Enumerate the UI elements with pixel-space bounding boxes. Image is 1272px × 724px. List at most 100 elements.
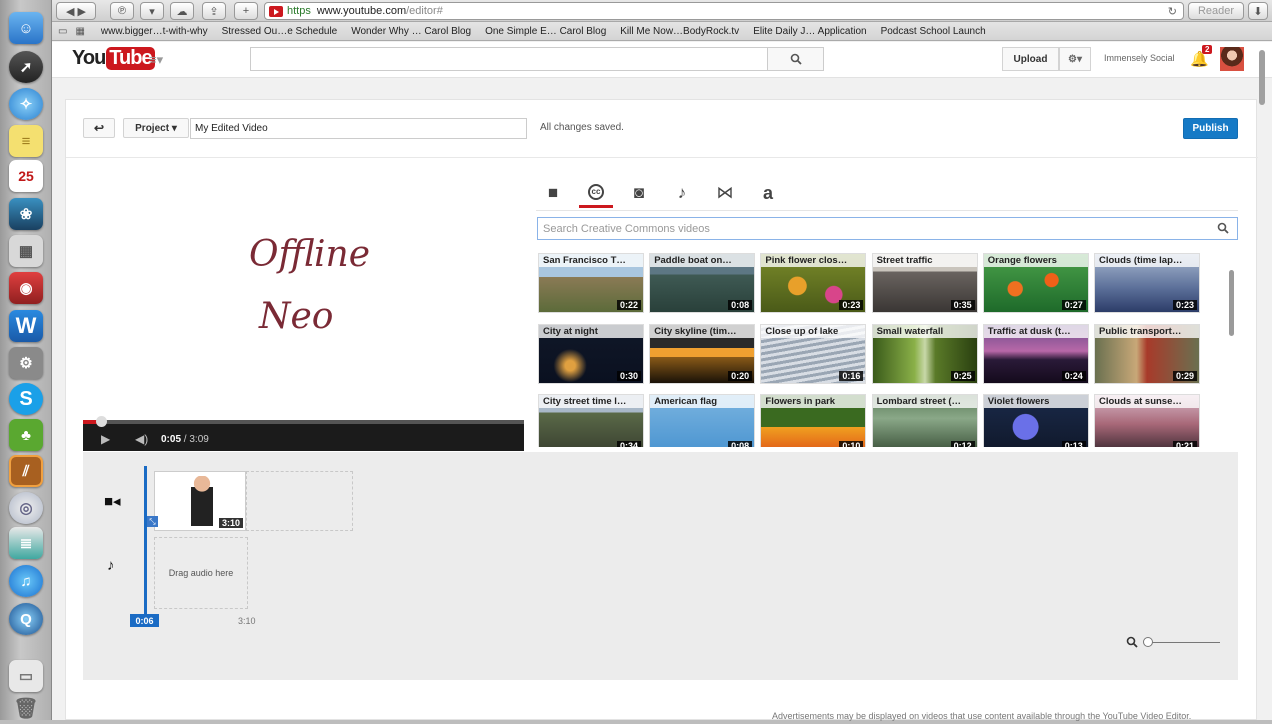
dvd-player-icon[interactable]: ◎: [9, 492, 43, 524]
tab-photos[interactable]: ◙: [622, 178, 656, 208]
launchpad-icon[interactable]: ➚: [9, 51, 43, 83]
youtube-logo[interactable]: You Tube: [72, 47, 155, 70]
clip-trim-handle-icon[interactable]: ⤡: [147, 516, 158, 527]
video-duration: 0:34: [616, 441, 641, 447]
search-input[interactable]: [250, 47, 768, 71]
share-icon[interactable]: ⇪: [202, 2, 226, 20]
search-button[interactable]: [767, 47, 824, 71]
video-thumbnail[interactable]: Orange flowers 0:27: [982, 253, 1089, 313]
quicktime-icon[interactable]: Q: [9, 603, 43, 635]
editor-page: ↩ Project ▾ My Edited Video All changes …: [65, 99, 1258, 720]
bookmark-item[interactable]: www.bigger…t-with-why: [101, 26, 208, 37]
back-forward-buttons[interactable]: ◀ ▶: [56, 2, 96, 20]
reader-button[interactable]: Reader: [1188, 2, 1244, 20]
video-title: Paddle boat on…: [650, 254, 755, 267]
video-thumbnail[interactable]: Small waterfall 0:25: [871, 323, 978, 384]
video-thumbnail[interactable]: City street time l… 0:34: [538, 394, 644, 447]
tab-creative-commons[interactable]: cc: [579, 178, 613, 208]
skype-icon[interactable]: S: [9, 383, 43, 415]
bookmark-item[interactable]: Podcast School Launch: [881, 26, 986, 37]
page-scrollbar[interactable]: [1259, 50, 1265, 105]
top-sites-icon[interactable]: ▦: [75, 26, 84, 37]
finder-icon[interactable]: ☺: [9, 12, 43, 44]
book-icon[interactable]: ▭: [58, 26, 67, 37]
video-duration: 0:23: [1172, 300, 1197, 310]
bookmark-item[interactable]: Elite Daily J… Application: [753, 26, 866, 37]
tab-transitions[interactable]: ⋈: [708, 178, 742, 208]
video-thumbnail[interactable]: Violet flowers 0:13: [982, 394, 1089, 447]
bookmark-extension-icon[interactable]: ▾: [140, 2, 164, 20]
video-title: Violet flowers: [983, 395, 1088, 408]
stickies-icon[interactable]: ≡: [9, 125, 43, 157]
video-title: Small waterfall: [872, 324, 977, 338]
pinterest-extension-icon[interactable]: ℗: [110, 2, 134, 20]
zoom-slider-track[interactable]: [1148, 642, 1220, 643]
video-dropzone[interactable]: [246, 471, 353, 531]
video-title: Street traffic: [872, 254, 977, 267]
wordpress-app-icon[interactable]: W: [9, 310, 43, 342]
final-cut-icon[interactable]: ⫽: [9, 455, 43, 487]
tab-text[interactable]: a: [751, 178, 785, 208]
video-thumbnail[interactable]: American flag 0:08: [649, 394, 756, 447]
tab-my-videos[interactable]: ■: [536, 178, 570, 208]
video-title: Flowers in park: [761, 395, 866, 408]
audio-dropzone[interactable]: Drag audio here: [154, 537, 248, 609]
video-thumbnail[interactable]: City skyline (tim… 0:20: [649, 323, 756, 384]
video-preview[interactable]: Offline Neo: [83, 160, 524, 420]
video-thumbnail[interactable]: Clouds at sunse… 0:21: [1094, 394, 1200, 447]
video-thumbnail[interactable]: Lombard street (… 0:12: [871, 394, 978, 447]
cloud-icon[interactable]: ☁: [170, 2, 194, 20]
project-title-field[interactable]: My Edited Video: [190, 118, 527, 139]
itunes-icon[interactable]: ♫: [9, 565, 43, 597]
timeline-playhead[interactable]: [144, 466, 147, 618]
project-menu-button[interactable]: Project ▾: [123, 118, 189, 138]
upload-button[interactable]: Upload: [1002, 47, 1059, 71]
photo-booth-icon[interactable]: ◉: [9, 272, 43, 304]
video-thumbnail[interactable]: Street traffic 0:35: [871, 253, 978, 313]
bookmark-item[interactable]: One Simple E… Carol Blog: [485, 26, 606, 37]
timeline-clip[interactable]: 3:10: [154, 471, 246, 531]
search-icon[interactable]: [1217, 222, 1229, 234]
creative-commons-search-input[interactable]: Search Creative Commons videos: [537, 217, 1238, 240]
video-thumbnail[interactable]: Flowers in park 0:10: [760, 394, 867, 447]
back-arrow-icon[interactable]: ↩: [83, 118, 115, 138]
calendar-icon[interactable]: 25: [9, 160, 43, 192]
avatar[interactable]: [1220, 47, 1244, 71]
video-title: City street time l…: [539, 395, 643, 408]
library-scrollbar[interactable]: [1229, 270, 1234, 336]
tab-audio[interactable]: ♪: [665, 178, 699, 208]
project-menu-label: Project: [135, 122, 170, 134]
publish-button[interactable]: Publish: [1183, 118, 1238, 139]
video-thumbnail[interactable]: Clouds (time lap… 0:23: [1094, 253, 1200, 313]
iphoto-icon[interactable]: ❀: [9, 198, 43, 230]
new-tab-button[interactable]: +: [234, 2, 258, 20]
calculator-icon[interactable]: ▦: [9, 235, 43, 267]
reload-icon[interactable]: ↻: [1168, 5, 1177, 18]
video-thumbnail[interactable]: Close up of lake 0:16: [760, 323, 867, 384]
bookmark-item[interactable]: Wonder Why … Carol Blog: [351, 26, 471, 37]
bookmark-item[interactable]: Stressed Ou…e Schedule: [222, 26, 338, 37]
video-thumbnail[interactable]: Paddle boat on… 0:08: [649, 253, 756, 313]
trash-icon[interactable]: 🗑: [9, 692, 43, 724]
video-thumbnail[interactable]: City at night 0:30: [538, 323, 644, 384]
bookmark-item[interactable]: Kill Me Now…BodyRock.tv: [620, 26, 739, 37]
downloads-stack-icon[interactable]: ▭: [9, 660, 43, 692]
system-preferences-icon[interactable]: ⚙: [9, 347, 43, 379]
evernote-icon[interactable]: ♣: [9, 419, 43, 451]
progress-bar[interactable]: [83, 420, 524, 424]
video-thumbnail[interactable]: San Francisco T… 0:22: [538, 253, 644, 313]
volume-icon[interactable]: ◀): [135, 432, 148, 446]
progress-scrubber[interactable]: [96, 416, 107, 427]
address-bar[interactable]: https www.youtube.com /editor# ↻: [264, 2, 1184, 20]
safari-icon[interactable]: ✧: [9, 88, 43, 120]
video-thumbnail[interactable]: Pink flower clos… 0:23: [760, 253, 867, 313]
zoom-slider-handle[interactable]: [1143, 637, 1153, 647]
database-icon[interactable]: ≣: [9, 527, 43, 559]
video-thumbnail[interactable]: Public transport… 0:29: [1094, 323, 1200, 384]
play-icon[interactable]: ▶: [101, 432, 110, 446]
video-thumbnail[interactable]: Traffic at dusk (t… 0:24: [982, 323, 1089, 384]
account-name[interactable]: Immensely Social: [1104, 53, 1175, 63]
settings-gear-icon[interactable]: ⚙▾: [1059, 47, 1091, 71]
guide-menu-icon[interactable]: ≡▾: [149, 52, 163, 68]
download-icon[interactable]: ⬇: [1248, 2, 1268, 20]
